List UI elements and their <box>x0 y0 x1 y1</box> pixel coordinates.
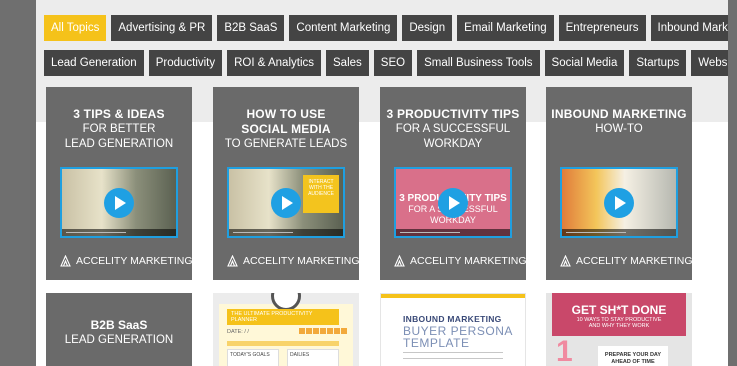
filter-tag-websites[interactable]: Websites <box>691 50 728 76</box>
card-social-media-leads[interactable]: HOW TO USE SOCIAL MEDIA TO GENERATE LEAD… <box>213 87 359 280</box>
planner-goals: TODAY'S GOALS <box>227 349 279 366</box>
brand-logo: ACCELITY MARKETING <box>394 255 526 267</box>
video-thumbnail[interactable] <box>560 167 678 238</box>
video-thumbnail[interactable] <box>60 167 178 238</box>
filter-tag-email-marketing[interactable]: Email Marketing <box>457 15 554 41</box>
thumbnail-overlay-text: INTERACT WITH THE AUDIENCE <box>303 175 339 213</box>
play-icon[interactable] <box>438 187 468 218</box>
filter-tag-inbound-marketing[interactable]: Inbound Marketing <box>650 15 728 41</box>
accelity-logo-icon <box>394 255 405 267</box>
card-heading: HOW TO USE SOCIAL MEDIA TO GENERATE LEAD… <box>224 107 348 150</box>
filter-tag-small-business-tools[interactable]: Small Business Tools <box>417 50 540 76</box>
card-heading: 3 PRODUCTIVITY TIPS FOR A SUCCESSFUL WOR… <box>386 107 520 150</box>
filter-tag-lead-generation[interactable]: Lead Generation <box>44 50 144 76</box>
card-b2b-saas-lead-generation[interactable]: B2B SaaS LEAD GENERATION <box>46 293 192 366</box>
accelity-logo-icon <box>60 255 71 267</box>
filter-tag-b2b-saas[interactable]: B2B SaaS <box>217 15 285 41</box>
video-thumbnail[interactable]: 3 PRODUCTIVITY TIPS FOR A SUCCESSFUL WOR… <box>394 167 512 238</box>
accelity-logo-icon <box>560 255 571 267</box>
accelity-logo-icon <box>227 255 238 267</box>
planner-title: THE ULTIMATE PRODUCTIVITY PLANNER <box>227 309 339 325</box>
filter-tag-startups[interactable]: Startups <box>629 50 687 76</box>
play-icon[interactable] <box>604 187 634 218</box>
play-icon[interactable] <box>104 187 134 218</box>
card-heading: INBOUND MARKETING HOW-TO <box>551 107 687 135</box>
video-controls <box>229 229 343 236</box>
video-thumbnail[interactable]: INTERACT WITH THE AUDIENCE <box>227 167 345 238</box>
card-lead-generation-tips[interactable]: 3 TIPS & IDEAS FOR BETTER LEAD GENERATIO… <box>46 87 192 280</box>
card-productivity-planner[interactable]: THE ULTIMATE PRODUCTIVITY PLANNER DATE: … <box>213 293 359 366</box>
filter-tag-social-media[interactable]: Social Media <box>544 50 625 76</box>
filter-tag-content-marketing[interactable]: Content Marketing <box>289 15 398 41</box>
brand-logo: ACCELITY MARKETING <box>60 255 192 267</box>
card-buyer-persona-template[interactable]: INBOUND MARKETING BUYER PERSONA TEMPLATE <box>380 293 526 366</box>
card-heading: B2B SaaS LEAD GENERATION <box>64 318 174 346</box>
play-icon[interactable] <box>271 187 301 218</box>
video-controls <box>562 229 676 236</box>
card-get-it-done[interactable]: GET SH*T DONE 10 WAYS TO STAY PRODUCTIVE… <box>546 293 692 366</box>
planner-day-boxes <box>299 328 348 334</box>
filter-tag-entrepreneurs[interactable]: Entrepreneurs <box>558 15 646 41</box>
filter-row-1: All Topics Advertising & PR B2B SaaS Conten… <box>44 15 728 41</box>
card-heading: 3 TIPS & IDEAS FOR BETTER LEAD GENERATIO… <box>64 107 174 150</box>
content-frame: All Topics Advertising & PR B2B SaaS Conten… <box>36 0 728 366</box>
brand-logo: ACCELITY MARKETING <box>560 255 692 267</box>
gsd-banner: GET SH*T DONE 10 WAYS TO STAY PRODUCTIVE… <box>552 293 686 336</box>
planner-date: DATE: / / <box>227 329 249 335</box>
filter-tag-seo[interactable]: SEO <box>373 50 413 76</box>
video-controls <box>396 229 510 236</box>
video-controls <box>62 229 176 236</box>
brand-logo: ACCELITY MARKETING <box>227 255 359 267</box>
planner-dailies: DAILIES <box>287 349 339 366</box>
filter-tag-roi-and-analytics[interactable]: ROI & Analytics <box>227 50 322 76</box>
filter-tag-design[interactable]: Design <box>402 15 453 41</box>
filter-tag-productivity[interactable]: Productivity <box>148 50 223 76</box>
filter-tag-advertising-and-pr[interactable]: Advertising & PR <box>111 15 213 41</box>
card-productivity-tips[interactable]: 3 PRODUCTIVITY TIPS FOR A SUCCESSFUL WOR… <box>380 87 526 280</box>
card-inbound-marketing-howto[interactable]: INBOUND MARKETING HOW-TO ACCELITY MARKET… <box>546 87 692 280</box>
filter-tag-sales[interactable]: Sales <box>326 50 369 76</box>
filter-tag-all-topics[interactable]: All Topics <box>44 15 107 41</box>
filter-row-2: Lead Generation Productivity ROI & Analyti… <box>44 50 728 76</box>
